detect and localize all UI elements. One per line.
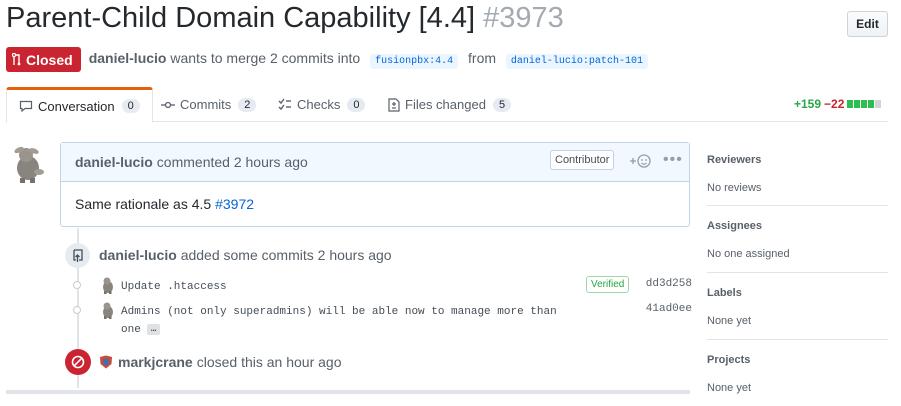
file-diff-icon: [388, 97, 400, 112]
checklist-icon: [278, 98, 292, 111]
event-author[interactable]: markjcrane: [118, 354, 193, 370]
event-author[interactable]: daniel-lucio: [99, 247, 177, 263]
expand-message-button[interactable]: …: [146, 323, 161, 335]
comment-action: commented: [156, 154, 230, 170]
divider: [707, 339, 888, 340]
state-badge: Closed: [6, 47, 81, 72]
close-event: markjcrane closed this an hour ago: [99, 354, 342, 370]
event-text: added some commits: [180, 247, 314, 263]
tab-label: Commits: [180, 97, 232, 112]
event-text: closed this: [196, 354, 263, 370]
sidebar-heading: Labels: [707, 287, 742, 299]
head-branch[interactable]: daniel-lucio:patch-101: [505, 54, 648, 69]
sidebar-value: None yet: [707, 315, 752, 327]
tab-conversation[interactable]: Conversation 0: [6, 87, 153, 123]
pr-tabs: Conversation 0 Commits 2 Checks 0 Files …: [6, 87, 888, 123]
verified-badge[interactable]: Verified: [586, 276, 630, 293]
comment-time[interactable]: 2 hours ago: [234, 154, 308, 170]
diffstat-block: [861, 100, 868, 108]
sidebar-labels[interactable]: Labels None yet: [707, 287, 888, 327]
comment-icon: [19, 100, 33, 113]
tab-commits[interactable]: Commits 2: [161, 87, 257, 122]
diffstat-additions: +159: [794, 97, 822, 111]
commit-message[interactable]: Update .htaccess: [121, 278, 227, 296]
sidebar-heading: Reviewers: [707, 154, 762, 166]
event-time[interactable]: an hour ago: [267, 354, 342, 370]
contributor-badge: Contributor: [550, 150, 615, 170]
sidebar-heading: Projects: [707, 354, 751, 366]
pr-title-text: Parent-Child Domain Capability [4.4]: [6, 2, 476, 34]
commit-message[interactable]: Admins (not only superadmins) will be ab…: [121, 303, 557, 339]
from-text: from: [468, 50, 497, 66]
closed-event-badge: [65, 349, 91, 375]
author-link[interactable]: daniel-lucio: [89, 50, 167, 66]
base-branch[interactable]: fusionpbx:4.4: [370, 54, 459, 69]
diffstat-block: [868, 100, 875, 108]
tab-counter: 0: [121, 99, 140, 113]
sidebar-projects[interactable]: Projects None yet: [707, 354, 888, 394]
diffstat-block: [875, 100, 882, 108]
circle-slash-icon: [71, 355, 85, 369]
pr-title: Parent-Child Domain Capability [4.4] #397…: [6, 2, 564, 35]
pr-meta: Closed daniel-lucio wants to merge 2 com…: [6, 47, 654, 72]
commit-row: Admins (not only superadmins) will be ab…: [70, 301, 692, 337]
sidebar-assignees[interactable]: Assignees No one assigned: [707, 220, 888, 260]
comment-author[interactable]: daniel-lucio: [75, 154, 153, 170]
commit-message-line1: Admins (not only superadmins) will be ab…: [121, 306, 557, 318]
commit-sha[interactable]: 41ad0ee: [646, 303, 692, 315]
kebab-menu-icon[interactable]: •••: [663, 151, 683, 169]
sidebar-value: No reviews: [707, 182, 762, 194]
divider: [707, 272, 888, 273]
commits-event: daniel-lucio added some commits 2 hours …: [99, 247, 392, 263]
merge-description: daniel-lucio wants to merge 2 commits in…: [89, 50, 654, 69]
diffstat-blocks: [847, 100, 882, 108]
tab-label: Checks: [297, 97, 341, 112]
pr-closed-icon: [12, 53, 21, 66]
avatar[interactable]: [98, 301, 116, 319]
comment-header: daniel-lucio commented 2 hours ago Contr…: [61, 143, 689, 182]
tab-counter: 2: [238, 97, 257, 112]
diffstat-block: [847, 100, 854, 108]
tab-checks[interactable]: Checks 0: [278, 87, 366, 122]
divider: [707, 205, 888, 206]
diffstat: +159 −22: [794, 97, 882, 111]
commit-icon: [161, 100, 175, 110]
commit-dot-icon: [73, 281, 81, 289]
pr-title-row: Parent-Child Domain Capability [4.4] #397…: [6, 2, 564, 42]
avatar[interactable]: [98, 276, 116, 294]
commit-message-line2: one: [121, 324, 141, 336]
diffstat-deletions: −22: [824, 97, 845, 111]
sidebar-value: None yet: [707, 382, 752, 394]
tab-files-changed[interactable]: Files changed 5: [388, 87, 512, 122]
sidebar-value: No one assigned: [707, 248, 790, 260]
timeline-divider: [6, 390, 690, 394]
merge-text: wants to merge 2 commits into: [170, 50, 361, 66]
issue-link[interactable]: #3972: [215, 196, 254, 212]
edit-button[interactable]: Edit: [847, 11, 888, 37]
diffstat-block: [854, 100, 861, 108]
comment: daniel-lucio commented 2 hours ago Contr…: [60, 142, 690, 227]
comment-body: Same rationale as 4.5 #3972: [61, 182, 689, 226]
comment-text: Same rationale as 4.5: [75, 196, 212, 212]
avatar[interactable]: [99, 355, 113, 369]
avatar[interactable]: [6, 142, 48, 184]
smiley-plus-icon: [630, 154, 651, 168]
commit-dot-icon: [73, 306, 81, 314]
tab-label: Conversation: [38, 98, 115, 114]
repo-push-badge: [65, 243, 90, 268]
sidebar-heading: Assignees: [707, 220, 763, 232]
add-reaction-button[interactable]: [628, 153, 652, 169]
tab-counter: 5: [492, 97, 512, 112]
sidebar-reviewers[interactable]: Reviewers No reviews: [707, 154, 888, 194]
repo-push-icon: [72, 248, 83, 262]
tab-label: Files changed: [405, 97, 486, 112]
commit-row: Update .htaccess Verified dd3d258: [70, 276, 692, 296]
pr-number: #3973: [483, 2, 564, 34]
event-time[interactable]: 2 hours ago: [318, 247, 392, 263]
state-label: Closed: [26, 51, 73, 68]
commit-sha[interactable]: dd3d258: [646, 278, 692, 290]
tab-counter: 0: [347, 97, 366, 112]
